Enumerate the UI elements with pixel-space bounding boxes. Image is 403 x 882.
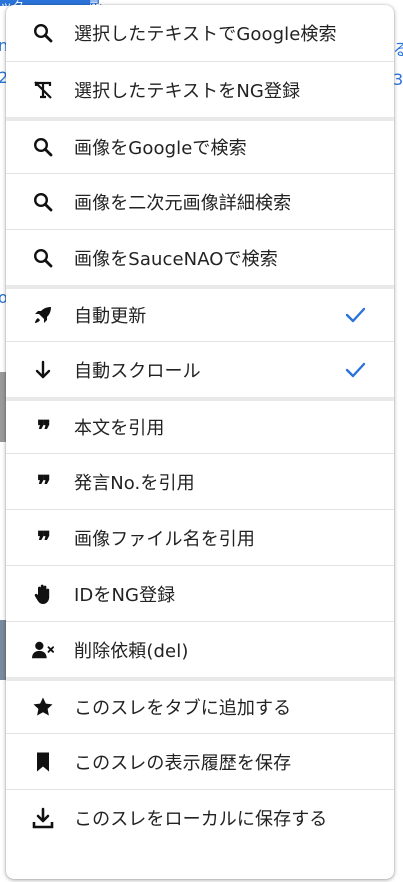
menu-item-label: このスレをローカルに保存する	[74, 808, 328, 830]
menu-item-image-ascii2d-search[interactable]: 画像を二次元画像詳細検索	[6, 173, 394, 229]
text-strike-icon	[32, 79, 54, 101]
search-icon	[32, 247, 54, 269]
menu-item-label: 自動更新	[74, 306, 147, 327]
menu-item-auto-refresh[interactable]: 自動更新	[6, 285, 394, 341]
menu-item-save-local[interactable]: このスレをローカルに保存する	[6, 789, 394, 845]
menu-item-quote-image-filename[interactable]: ❞ 画像ファイル名を引用	[6, 509, 394, 565]
menu-item-ng-id[interactable]: IDをNG登録	[6, 565, 394, 621]
menu-item-add-to-tab[interactable]: このスレをタブに追加する	[6, 677, 394, 733]
check-icon	[344, 304, 366, 326]
quote-icon: ❞	[37, 416, 51, 446]
menu-item-ng-selection[interactable]: 選択したテキストをNG登録	[6, 61, 394, 117]
arrow-down-icon	[32, 359, 54, 381]
rocket-icon	[32, 304, 54, 326]
menu-item-auto-scroll[interactable]: 自動スクロール	[6, 341, 394, 397]
download-icon	[32, 807, 54, 829]
menu-item-image-google-search[interactable]: 画像をGoogleで検索	[6, 117, 394, 173]
bookmark-icon	[32, 751, 54, 773]
search-icon	[32, 136, 54, 158]
check-icon	[344, 359, 366, 381]
quote-icon: ❞	[37, 470, 51, 501]
menu-item-save-history[interactable]: このスレの表示履歴を保存	[6, 733, 394, 789]
menu-item-label: 選択したテキストをNG登録	[74, 80, 301, 102]
menu-item-label: このスレをタブに追加する	[74, 698, 292, 719]
menu-item-label: IDをNG登録	[74, 584, 176, 606]
quote-icon: ❞	[37, 526, 51, 557]
hand-icon	[32, 583, 54, 605]
menu-item-label: 削除依頼(del)	[74, 640, 189, 662]
menu-item-label: 発言No.を引用	[74, 472, 195, 494]
context-menu: 選択したテキストでGoogle検索 選択したテキストをNG登録 画像をGoogl…	[6, 5, 394, 879]
menu-item-label: このスレの表示履歴を保存	[74, 752, 292, 774]
menu-item-label: 画像を二次元画像詳細検索	[74, 192, 292, 214]
search-icon	[32, 191, 54, 213]
menu-item-quote-post-number[interactable]: ❞ 発言No.を引用	[6, 453, 394, 509]
background-text: 3	[393, 70, 403, 89]
background-text: る	[393, 40, 403, 59]
menu-item-label: 選択したテキストでGoogle検索	[74, 24, 337, 45]
star-icon	[32, 696, 54, 718]
menu-item-label: 画像ファイル名を引用	[74, 528, 255, 550]
menu-item-label: 本文を引用	[74, 418, 165, 439]
menu-item-deletion-request[interactable]: 削除依頼(del)	[6, 621, 394, 677]
search-icon	[32, 22, 54, 44]
menu-item-label: 画像をGoogleで検索	[74, 138, 247, 159]
menu-item-image-saucenao-search[interactable]: 画像をSauceNAOで検索	[6, 229, 394, 285]
user-remove-icon	[32, 639, 54, 661]
menu-item-quote-body[interactable]: ❞ 本文を引用	[6, 397, 394, 453]
menu-item-label: 画像をSauceNAOで検索	[74, 248, 278, 270]
menu-item-google-search-selection[interactable]: 選択したテキストでGoogle検索	[6, 5, 394, 61]
menu-item-label: 自動スクロール	[74, 360, 201, 382]
